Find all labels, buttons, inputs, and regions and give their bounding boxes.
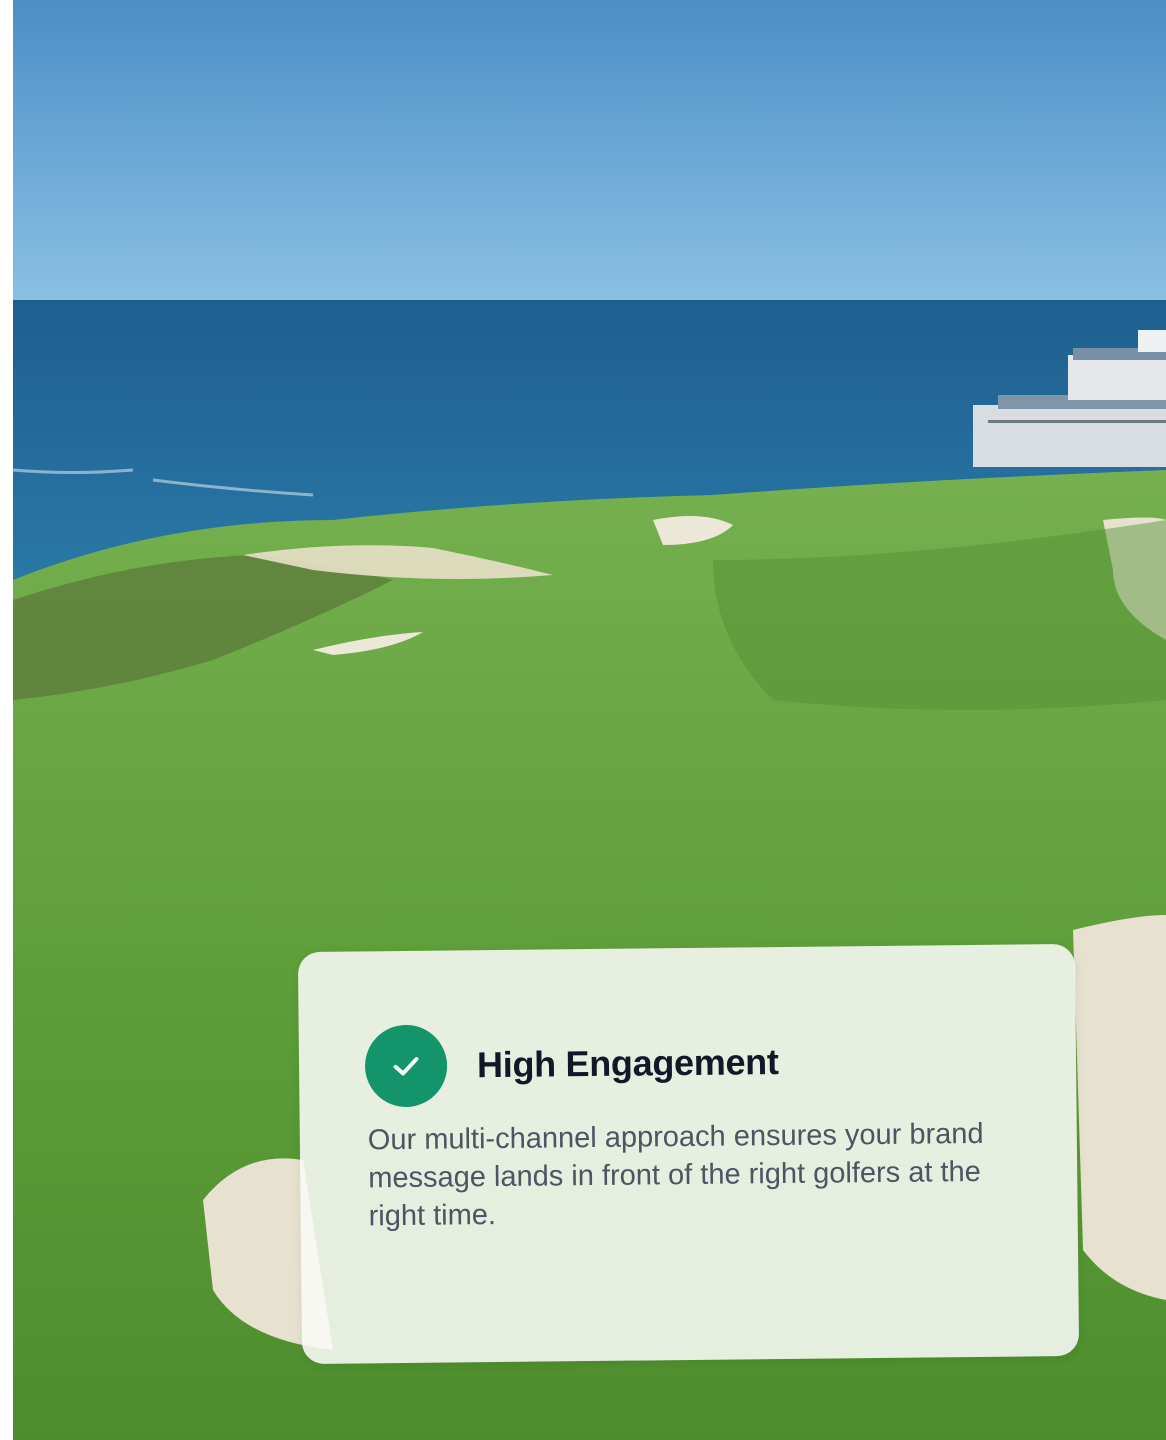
feature-card-description: Our multi-channel approach ensures your …	[367, 1117, 984, 1233]
check-icon	[364, 1024, 448, 1108]
feature-card: High Engagement Our multi-channel approa…	[297, 943, 1080, 1365]
feature-card-header: High Engagement	[364, 1021, 779, 1108]
feature-card-title: High Engagement	[476, 1041, 779, 1086]
